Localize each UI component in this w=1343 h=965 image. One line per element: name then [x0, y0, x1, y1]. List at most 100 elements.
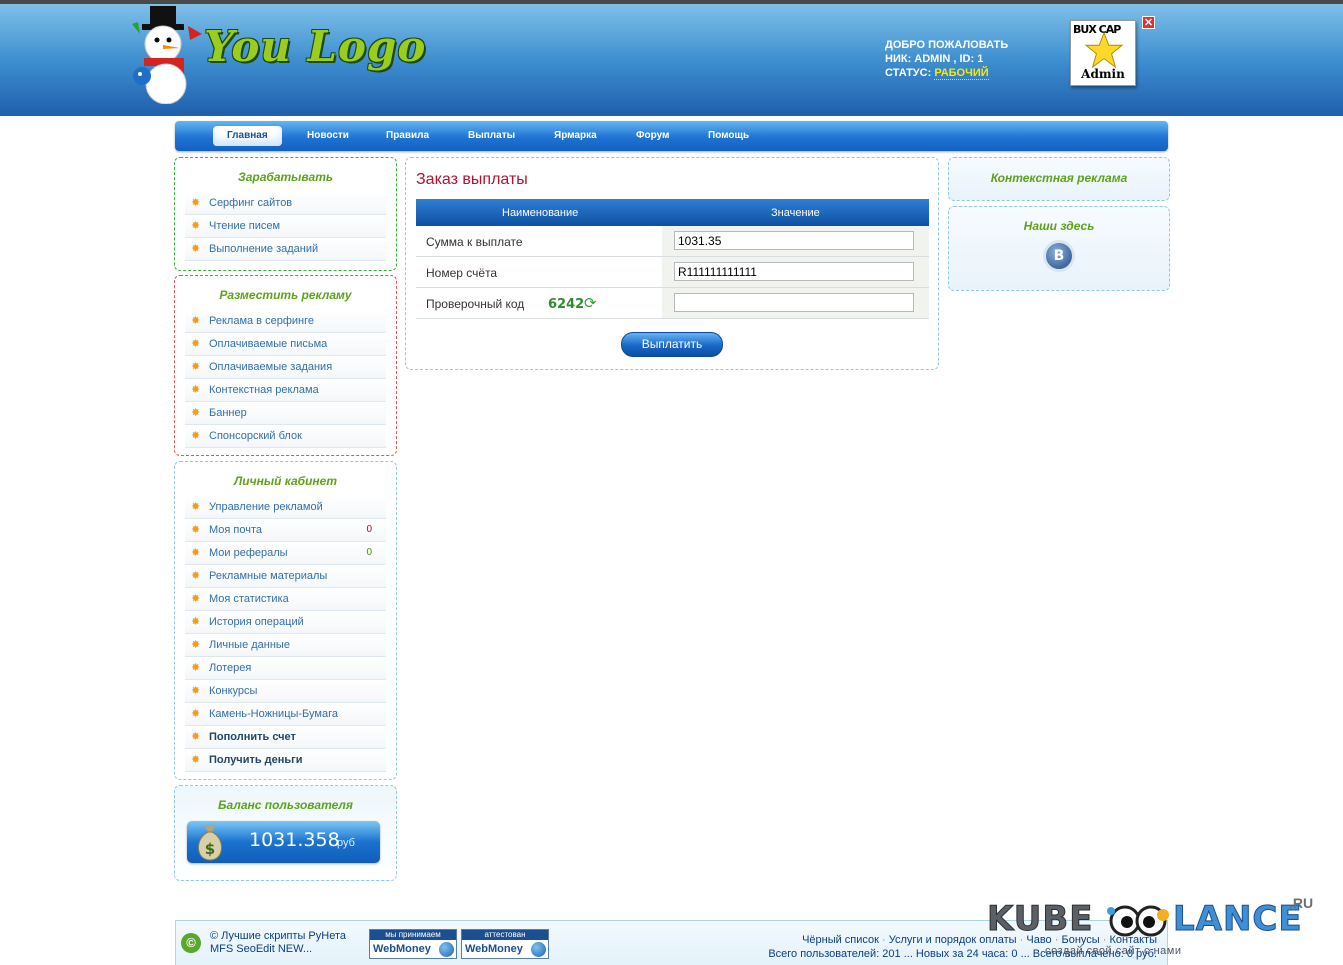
footer-link-scripts[interactable]: Лучшие скрипты РуНета [221, 930, 346, 942]
column-header-name: Наименование [502, 207, 579, 219]
balance-title: Баланс пользователя [218, 798, 353, 812]
cabinet-menu: ✸ Управление рекламой ✸ Моя почта 0 ✸ Мои ре… [185, 496, 386, 772]
menu-link-banner[interactable]: Баннер [209, 407, 247, 419]
star-bullet-icon: ✸ [191, 384, 201, 396]
list-item[interactable]: ✸ Выполнение заданий [185, 238, 386, 261]
menu-link-materials[interactable]: Рекламные материалы [209, 570, 327, 582]
star-bullet-icon: ✸ [191, 220, 201, 232]
main-nav: Главная Новости Правила Выплаты Ярмарка … [175, 121, 1168, 151]
menu-link-lottery[interactable]: Лотерея [209, 662, 251, 674]
menu-link-context-ads[interactable]: Контекстная реклама [209, 384, 319, 396]
menu-link-read-mail[interactable]: Чтение писем [209, 220, 280, 232]
page-title: Заказ выплаты [416, 171, 528, 188]
menu-link-manage-ads[interactable]: Управление рекламой [209, 501, 323, 513]
list-item[interactable]: ✸ Получить деньги [185, 749, 386, 772]
menu-link-contests[interactable]: Конкурсы [209, 685, 257, 697]
star-bullet-icon: ✸ [191, 731, 201, 743]
list-item[interactable]: ✸ Реклама в серфинге [185, 310, 386, 333]
payout-form: Наименование Значение Сумма к выплате Но… [416, 199, 929, 319]
earn-panel: Зарабатывать ✸ Серфинг сайтов ✸ Чтение пис… [174, 157, 397, 271]
menu-link-sponsor[interactable]: Спонсорский блок [209, 430, 302, 442]
mail-count: 0 [366, 524, 372, 535]
refresh-icon[interactable]: ⟳ [584, 294, 597, 312]
menu-link-topup[interactable]: Пополнить счет [209, 731, 296, 743]
list-item[interactable]: ✸ Контекстная реклама [185, 379, 386, 402]
list-item[interactable]: ✸ Конкурсы [185, 680, 386, 703]
balance-display: $ 1031.358 руб [187, 821, 380, 863]
nav-item-payouts[interactable]: Выплаты [454, 126, 529, 146]
captcha-input[interactable] [674, 293, 914, 312]
list-item[interactable]: ✸ Серфинг сайтов [185, 192, 386, 215]
list-item[interactable]: ✸ Камень-Ножницы-Бумага [185, 703, 386, 726]
snowman-logo-icon [132, 6, 202, 104]
footer-copyright: © Лучшие скрипты РуНета MFS SeoEdit NEW.… [210, 930, 346, 955]
webmoney-attest-badge[interactable]: аттестован WebMoney [461, 929, 549, 959]
star-bullet-icon: ✸ [191, 361, 201, 373]
list-item[interactable]: ✸ Оплачиваемые письма [185, 333, 386, 356]
footer-link-blacklist[interactable]: Чёрный список [802, 934, 879, 946]
menu-link-tasks[interactable]: Выполнение заданий [209, 243, 318, 255]
webmoney-accept-badge[interactable]: мы принимаем WebMoney [369, 929, 457, 959]
menu-link-paid-tasks[interactable]: Оплачиваемые задания [209, 361, 332, 373]
list-item[interactable]: ✸ История операций [185, 611, 386, 634]
list-item[interactable]: ✸ Моя почта 0 [185, 519, 386, 542]
webmoney-accept-label: WebMoney [373, 943, 431, 955]
vk-icon[interactable]: В [1043, 240, 1075, 272]
star-bullet-icon: ✸ [191, 524, 201, 536]
star-bullet-icon: ✸ [191, 616, 201, 628]
nav-item-help[interactable]: Помощь [694, 126, 763, 146]
star-bullet-icon: ✸ [191, 243, 201, 255]
account-input[interactable] [674, 262, 914, 281]
menu-link-rps-game[interactable]: Камень-Ножницы-Бумага [209, 708, 338, 720]
menu-link-my-mail[interactable]: Моя почта [209, 524, 262, 536]
amount-input[interactable] [674, 231, 914, 250]
menu-link-surfing[interactable]: Серфинг сайтов [209, 197, 292, 209]
table-header: Наименование Значение [416, 199, 929, 226]
admin-badge[interactable]: BUX CAP Admin [1070, 20, 1136, 86]
list-item[interactable]: ✸ Управление рекламой [185, 496, 386, 519]
watermark-right: LANCE [1173, 899, 1303, 940]
nav-item-fair[interactable]: Ярмарка [540, 126, 611, 146]
list-item[interactable]: ✸ Пополнить счет [185, 726, 386, 749]
table-row: Сумма к выплате [416, 226, 929, 257]
nav-item-home[interactable]: Главная [213, 126, 282, 146]
list-item[interactable]: ✸ Спонсорский блок [185, 425, 386, 448]
balance-amount: 1031.358 [249, 829, 340, 851]
list-item[interactable]: ✸ Лотерея [185, 657, 386, 680]
list-item[interactable]: ✸ Мои рефералы 0 [185, 542, 386, 565]
site-header: You Logo ДОБРО ПОЖАЛОВАТЬ НИК: ADMIN , I… [0, 0, 1343, 116]
menu-link-profile[interactable]: Личные данные [209, 639, 290, 651]
table-row: Проверочный код 6242 ⟳ [416, 288, 929, 319]
menu-link-withdraw[interactable]: Получить деньги [209, 754, 303, 766]
menu-link-stats[interactable]: Моя статистика [209, 593, 289, 605]
submit-payout-button[interactable]: Выплатить [621, 332, 723, 357]
star-bullet-icon: ✸ [191, 593, 201, 605]
context-ads-panel: Контекстная реклама [948, 157, 1170, 201]
menu-link-paid-mail[interactable]: Оплачиваемые письма [209, 338, 327, 350]
badge-role: Admin [1081, 67, 1125, 81]
close-icon[interactable]: ✕ [1142, 16, 1155, 29]
svg-text:$: $ [205, 840, 215, 858]
menu-link-surf-ads[interactable]: Реклама в серфинге [209, 315, 314, 327]
status-value[interactable]: РАБОЧИЙ [934, 67, 989, 80]
list-item[interactable]: ✸ Моя статистика [185, 588, 386, 611]
nav-item-forum[interactable]: Форум [622, 126, 683, 146]
list-item[interactable]: ✸ Личные данные [185, 634, 386, 657]
star-bullet-icon: ✸ [191, 708, 201, 720]
webmoney-accept-caption: мы принимаем [370, 930, 456, 940]
nav-item-rules[interactable]: Правила [372, 126, 443, 146]
nav-item-news[interactable]: Новости [293, 126, 363, 146]
star-bullet-icon: ✸ [191, 501, 201, 513]
star-bullet-icon: ✸ [191, 338, 201, 350]
menu-link-history[interactable]: История операций [209, 616, 304, 628]
logo-text[interactable]: You Logo [204, 22, 426, 71]
list-item[interactable]: ✸ Рекламные материалы [185, 565, 386, 588]
welcome-line: ДОБРО ПОЖАЛОВАТЬ [885, 39, 1009, 51]
webmoney-attest-caption: аттестован [462, 930, 548, 940]
list-item[interactable]: ✸ Оплачиваемые задания [185, 356, 386, 379]
status-line: СТАТУС: РАБОЧИЙ [885, 66, 1008, 80]
list-item[interactable]: ✸ Чтение писем [185, 215, 386, 238]
list-item[interactable]: ✸ Баннер [185, 402, 386, 425]
captcha-label: Проверочный код [426, 297, 525, 311]
menu-link-referrals[interactable]: Мои рефералы [209, 547, 288, 559]
